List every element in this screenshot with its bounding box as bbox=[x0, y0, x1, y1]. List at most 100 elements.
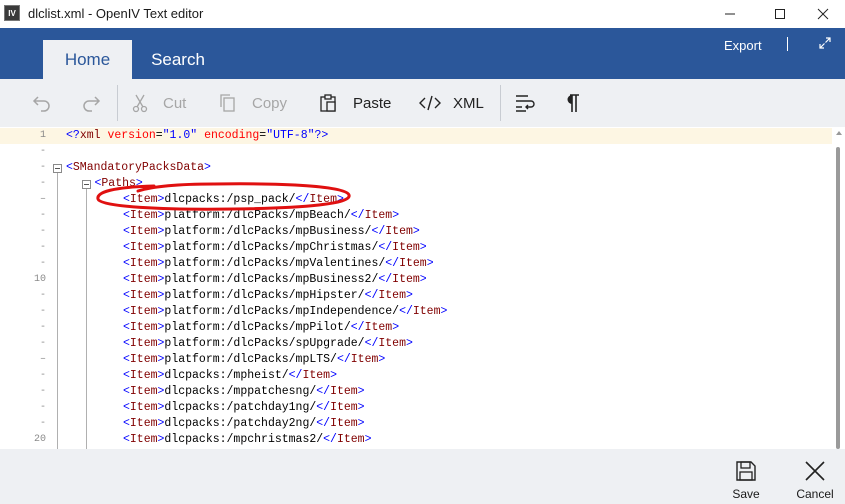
cut-label: Cut bbox=[163, 94, 187, 112]
code-line[interactable]: - <Item>platform:/dlcPacks/mpValentines/<… bbox=[0, 256, 832, 272]
xml-format-button[interactable]: XML bbox=[419, 79, 484, 127]
export-button[interactable]: Export bbox=[724, 38, 762, 53]
code-text: <Paths> bbox=[94, 177, 143, 190]
code-line[interactable]: – <Item>dlcpacks:/psp_pack/</Item> bbox=[0, 192, 832, 208]
code-line[interactable]: - <Item>platform:/dlcPacks/mpPilot/</Item… bbox=[0, 320, 832, 336]
toolbar-separator bbox=[500, 85, 501, 121]
copy-label: Copy bbox=[252, 94, 288, 112]
ribbon-separator bbox=[787, 37, 788, 51]
line-number: - bbox=[39, 226, 46, 237]
app-icon: IV bbox=[4, 5, 20, 21]
minimize-icon bbox=[725, 13, 735, 15]
undo-button[interactable] bbox=[32, 79, 52, 127]
maximize-button[interactable] bbox=[757, 0, 803, 28]
redo-button[interactable] bbox=[81, 79, 101, 127]
toolbar: Cut Copy Paste XML bbox=[0, 79, 845, 127]
line-number: – bbox=[39, 194, 46, 205]
fold-guide-line bbox=[57, 173, 58, 449]
scroll-thumb[interactable] bbox=[836, 147, 840, 449]
word-wrap-icon bbox=[516, 95, 535, 112]
line-number: - bbox=[39, 146, 46, 157]
code-text: <Item>platform:/dlcPacks/mpPilot/</Item> bbox=[123, 321, 400, 334]
scroll-up-arrow-icon[interactable] bbox=[836, 131, 842, 135]
bottom-bar: Save Cancel bbox=[0, 449, 845, 504]
copy-button[interactable]: Copy bbox=[218, 79, 287, 127]
code-text: <Item>dlcpacks:/mppatchesng/</Item> bbox=[123, 385, 365, 398]
line-number: - bbox=[39, 306, 46, 317]
code-line[interactable]: - <Item>dlcpacks:/patchday2ng/</Item> bbox=[0, 416, 832, 432]
scissors-icon bbox=[132, 94, 148, 113]
window-title: dlclist.xml - OpenIV Text editor bbox=[28, 6, 204, 21]
code-line[interactable]: - <Item>platform:/dlcPacks/mpChristmas/</… bbox=[0, 240, 832, 256]
save-button[interactable]: Save bbox=[730, 449, 762, 504]
code-text: <Item>dlcpacks:/psp_pack/</Item> bbox=[123, 193, 344, 206]
code-line[interactable]: 20 <Item>dlcpacks:/mpchristmas2/</Item> bbox=[0, 432, 832, 448]
line-number: - bbox=[39, 290, 46, 301]
fold-toggle-icon[interactable] bbox=[81, 180, 91, 189]
code-text: <Item>platform:/dlcPacks/mpChristmas/</I… bbox=[123, 241, 427, 254]
clipboard-icon bbox=[320, 94, 336, 112]
code-line[interactable]: - <Item>dlcpacks:/mpheist/</Item> bbox=[0, 368, 832, 384]
code-line[interactable]: - <Item>platform:/dlcPacks/mpBusiness/</I… bbox=[0, 224, 832, 240]
code-text: <Item>dlcpacks:/patchday1ng/</Item> bbox=[123, 401, 365, 414]
toolbar-separator bbox=[117, 85, 118, 121]
code-editor[interactable]: 1 <?xml version="1.0" encoding="UTF-8"?> -… bbox=[0, 127, 845, 449]
pilcrow-icon bbox=[567, 94, 579, 112]
line-number: - bbox=[39, 322, 46, 333]
code-line[interactable]: - <Item>platform:/dlcPacks/spUpgrade/</It… bbox=[0, 336, 832, 352]
line-number: - bbox=[39, 178, 46, 189]
cancel-icon bbox=[805, 461, 825, 481]
code-text: <SMandatoryPacksData> bbox=[66, 161, 211, 174]
save-icon bbox=[736, 461, 756, 481]
fold-guide-line bbox=[85, 189, 87, 449]
line-number: 20 bbox=[33, 434, 46, 445]
line-number: - bbox=[39, 386, 46, 397]
code-line[interactable]: - <Item>platform:/dlcPacks/mpBeach/</Item… bbox=[0, 208, 832, 224]
cancel-button[interactable]: Cancel bbox=[793, 449, 837, 504]
paste-button[interactable]: Paste bbox=[319, 79, 391, 127]
line-number: - bbox=[39, 338, 46, 349]
code-text: <Item>platform:/dlcPacks/mpValentines/</… bbox=[123, 257, 434, 270]
ribbon: Home Search Export bbox=[0, 28, 845, 79]
code-line[interactable]: - <Paths> bbox=[0, 176, 832, 192]
close-button[interactable] bbox=[800, 0, 845, 28]
tab-home[interactable]: Home bbox=[43, 40, 132, 79]
code-text: <?xml version="1.0" encoding="UTF-8"?> bbox=[66, 129, 329, 142]
close-icon bbox=[817, 8, 829, 20]
code-text: <Item>dlcpacks:/mpheist/</Item> bbox=[123, 369, 337, 382]
line-number: - bbox=[39, 258, 46, 269]
code-line[interactable]: - <Item>dlcpacks:/patchday1ng/</Item> bbox=[0, 400, 832, 416]
minimize-button[interactable] bbox=[707, 0, 753, 28]
code-line[interactable]: - <Item>dlcpacks:/mppatchesng/</Item> bbox=[0, 384, 832, 400]
paste-label: Paste bbox=[353, 94, 392, 112]
line-number: - bbox=[39, 210, 46, 221]
code-line[interactable]: – <Item>platform:/dlcPacks/mpLTS/</Item> bbox=[0, 352, 832, 368]
code-text: <Item>dlcpacks:/patchday2ng/</Item> bbox=[123, 417, 365, 430]
code-line[interactable]: - <Item>platform:/dlcPacks/mpIndependence… bbox=[0, 304, 832, 320]
code-line[interactable]: 10 <Item>platform:/dlcPacks/mpBusiness2/<… bbox=[0, 272, 832, 288]
save-label: Save bbox=[732, 487, 760, 501]
code-line[interactable]: - bbox=[0, 144, 832, 160]
show-formatting-button[interactable] bbox=[564, 79, 582, 127]
line-number: 10 bbox=[33, 274, 46, 285]
line-number: - bbox=[39, 162, 46, 173]
title-bar: IV dlclist.xml - OpenIV Text editor bbox=[0, 0, 845, 28]
line-number: - bbox=[39, 418, 46, 429]
cut-button[interactable]: Cut bbox=[131, 79, 186, 127]
expand-icon[interactable] bbox=[818, 36, 832, 50]
fold-toggle-icon[interactable] bbox=[53, 164, 62, 173]
maximize-icon bbox=[775, 9, 785, 19]
code-text: <Item>platform:/dlcPacks/mpHipster/</Ite… bbox=[123, 289, 413, 302]
code-text: <Item>dlcpacks:/mpchristmas2/</Item> bbox=[123, 433, 372, 446]
code-line[interactable]: - <SMandatoryPacksData> bbox=[0, 160, 832, 176]
line-number: – bbox=[39, 354, 46, 365]
line-number: 1 bbox=[39, 130, 46, 141]
code-text: <Item>platform:/dlcPacks/mpBusiness2/</I… bbox=[123, 273, 427, 286]
code-text: <Item>platform:/dlcPacks/mpLTS/</Item> bbox=[123, 353, 386, 366]
code-text: <Item>platform:/dlcPacks/mpIndependence/… bbox=[123, 305, 448, 318]
code-line[interactable]: 1 <?xml version="1.0" encoding="UTF-8"?> bbox=[0, 128, 832, 144]
tab-search[interactable]: Search bbox=[138, 40, 218, 79]
line-number: - bbox=[39, 370, 46, 381]
word-wrap-button[interactable] bbox=[514, 79, 536, 127]
code-line[interactable]: - <Item>platform:/dlcPacks/mpHipster/</It… bbox=[0, 288, 832, 304]
